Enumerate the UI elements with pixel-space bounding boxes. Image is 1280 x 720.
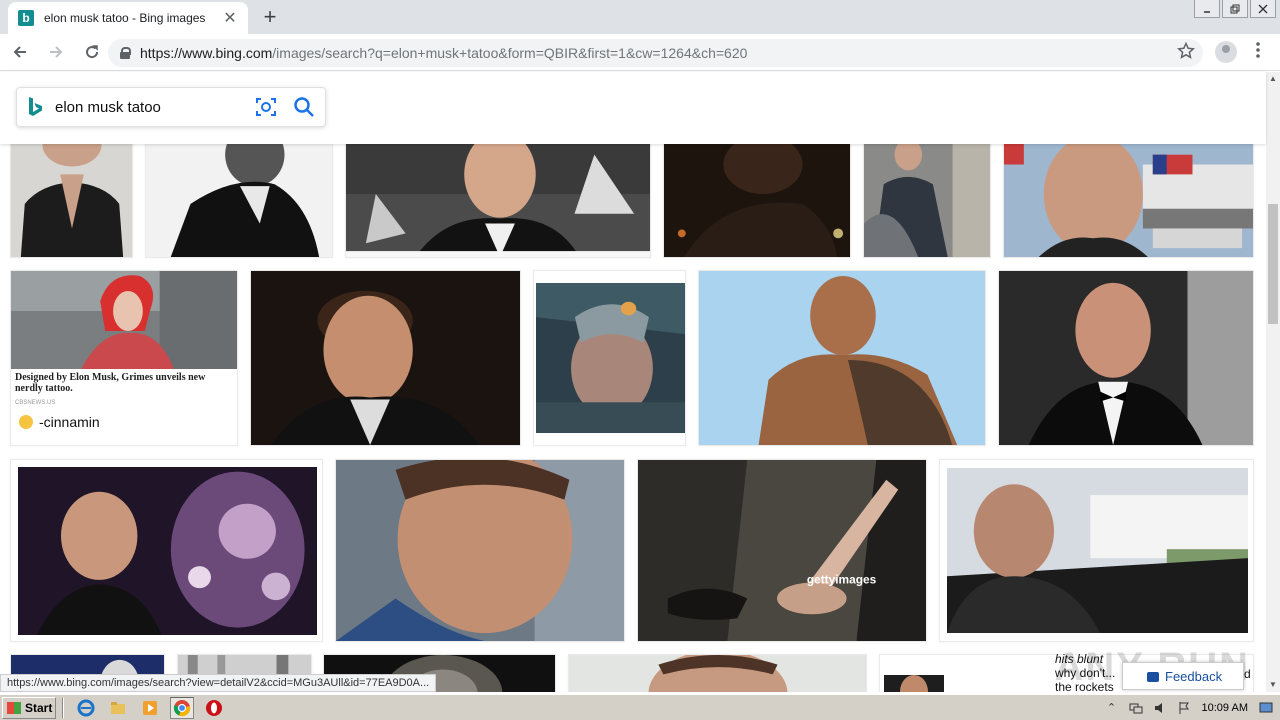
image-result[interactable]	[10, 144, 133, 258]
image-result[interactable]	[250, 270, 521, 446]
svg-text:gettyimages: gettyimages	[807, 573, 877, 587]
chrome-icon[interactable]	[170, 696, 194, 719]
image-result[interactable]	[998, 270, 1254, 446]
reload-icon	[86, 45, 99, 59]
tab-close-icon[interactable]: ✕	[222, 8, 238, 28]
image-thumbnail	[146, 144, 332, 257]
flag-icon[interactable]	[1177, 701, 1191, 715]
image-result[interactable]	[698, 270, 986, 446]
image-thumbnail	[1004, 144, 1253, 257]
search-icon[interactable]	[293, 96, 315, 118]
image-result[interactable]	[345, 144, 651, 258]
browser-toolbar: https://www.bing.com/images/search?q=elo…	[0, 34, 1280, 71]
image-result[interactable]: Designed by Elon Musk, Grimes unveils ne…	[10, 270, 238, 446]
caption-suffix: d	[1244, 667, 1251, 681]
image-result[interactable]	[10, 459, 323, 642]
image-thumbnail	[864, 144, 990, 257]
image-thumbnail	[336, 460, 624, 641]
minimize-button[interactable]	[1194, 0, 1220, 18]
caption-user: -cinnamin	[11, 412, 237, 436]
image-thumbnail	[346, 144, 650, 257]
image-thumbnail	[699, 271, 985, 445]
visual-search-icon[interactable]	[255, 96, 277, 118]
image-thumbnail	[884, 675, 944, 692]
image-result[interactable]	[568, 654, 867, 692]
image-result[interactable]	[939, 459, 1254, 642]
back-arrow-icon	[13, 46, 26, 58]
scroll-thumb[interactable]	[1268, 204, 1278, 324]
image-thumbnail	[11, 271, 237, 371]
page-scrollbar[interactable]: ▲ ▼	[1266, 72, 1280, 692]
caption-title: Designed by Elon Musk, Grimes unveils ne…	[15, 372, 206, 394]
image-thumbnail	[947, 468, 1248, 633]
forward-arrow-icon	[50, 46, 63, 58]
show-desktop-icon[interactable]	[1259, 701, 1273, 715]
browser-menu-icon[interactable]	[1250, 40, 1266, 64]
start-button[interactable]: Start	[2, 696, 56, 719]
image-thumbnail	[999, 271, 1253, 445]
minimize-icon	[1204, 10, 1210, 13]
forward-button[interactable]	[40, 36, 72, 68]
close-window-button[interactable]	[1250, 0, 1276, 18]
feedback-chat-icon	[1147, 672, 1159, 682]
bing-header: elon musk tatoo	[0, 72, 1266, 144]
profile-avatar-icon[interactable]	[1215, 41, 1237, 63]
volume-icon[interactable]	[1153, 701, 1167, 715]
image-result[interactable]	[1003, 144, 1254, 258]
feedback-button[interactable]: Feedback	[1122, 662, 1244, 690]
image-thumbnail	[569, 655, 866, 692]
reload-button[interactable]	[76, 36, 108, 68]
search-box[interactable]: elon musk tatoo	[16, 87, 326, 127]
feedback-label: Feedback	[1165, 668, 1223, 684]
image-results-grid: Designed by Elon Musk, Grimes unveils ne…	[0, 144, 1266, 692]
tab-title: elon musk tatoo - Bing images	[44, 11, 206, 25]
system-clock[interactable]: 10:09 AM	[1202, 702, 1248, 714]
close-icon	[1258, 4, 1268, 13]
image-thumbnail	[251, 271, 520, 445]
bing-logo-icon	[27, 96, 45, 118]
windows-logo-icon	[7, 701, 21, 714]
url-text: https://www.bing.com/images/search?q=elo…	[140, 45, 748, 61]
tray-expand-icon[interactable]: ⌃	[1105, 701, 1119, 715]
image-thumbnail	[536, 283, 685, 433]
image-thumbnail	[18, 467, 317, 635]
link-status-bar: https://www.bing.com/images/search?view=…	[0, 674, 437, 692]
image-thumbnail	[664, 144, 850, 257]
system-tray: ⌃ 10:09 AM	[1094, 697, 1278, 719]
opera-icon[interactable]	[202, 697, 226, 719]
back-button[interactable]	[4, 36, 36, 68]
media-player-icon[interactable]	[138, 697, 162, 719]
address-bar[interactable]: https://www.bing.com/images/search?q=elo…	[108, 39, 1203, 67]
image-result[interactable]	[533, 270, 686, 446]
file-explorer-icon[interactable]	[106, 697, 130, 719]
tab-strip: b elon musk tatoo - Bing images ✕ +	[0, 0, 1280, 34]
network-icon[interactable]	[1129, 701, 1143, 715]
taskbar-separator	[62, 697, 64, 718]
bookmark-star-icon[interactable]	[1177, 42, 1195, 60]
restore-button[interactable]	[1222, 0, 1248, 18]
scroll-down-arrow-icon[interactable]: ▼	[1266, 678, 1280, 692]
image-caption: Designed by Elon Musk, Grimes unveils ne…	[11, 369, 237, 445]
image-thumbnail	[11, 144, 132, 257]
taskbar: Start ⌃ 10:09 AM	[0, 694, 1280, 720]
image-result[interactable]	[863, 144, 991, 258]
image-result[interactable]	[663, 144, 851, 258]
caption-source: CBSNEWS.US	[15, 400, 56, 406]
internet-explorer-icon[interactable]	[74, 697, 98, 719]
search-input[interactable]: elon musk tatoo	[55, 99, 255, 116]
lock-icon	[120, 47, 131, 59]
new-tab-button[interactable]: +	[258, 6, 282, 30]
bing-favicon-icon: b	[18, 10, 34, 26]
emoji-icon	[19, 415, 33, 429]
window-controls	[1192, 0, 1276, 20]
image-result[interactable]	[145, 144, 333, 258]
image-result[interactable]	[335, 459, 625, 642]
scroll-up-arrow-icon[interactable]: ▲	[1266, 72, 1280, 86]
image-result[interactable]: gettyimages	[637, 459, 927, 642]
restore-icon	[1230, 4, 1240, 13]
image-thumbnail: gettyimages	[638, 460, 926, 641]
image-caption: hits blunt why don't... the rockets	[1055, 652, 1116, 694]
browser-tab[interactable]: b elon musk tatoo - Bing images ✕	[8, 2, 248, 34]
